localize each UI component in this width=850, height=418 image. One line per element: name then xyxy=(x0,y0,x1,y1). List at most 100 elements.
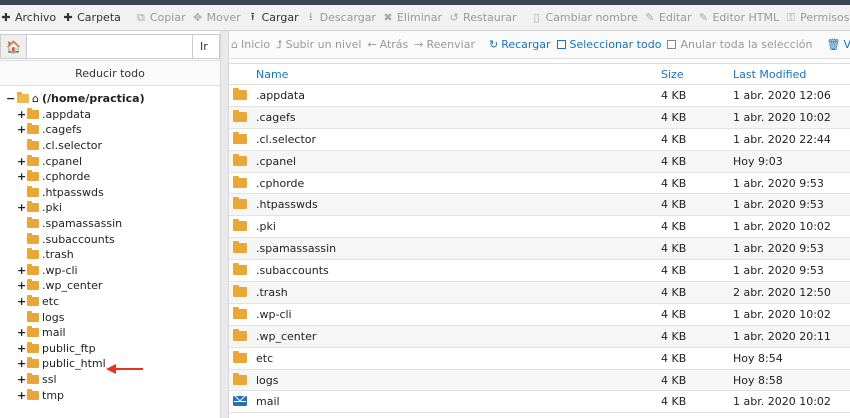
expand-toggle-icon[interactable]: + xyxy=(17,374,26,385)
file-name[interactable]: .wp-cli xyxy=(256,303,661,326)
file-name[interactable]: .cagefs xyxy=(256,106,661,129)
folder-icon xyxy=(27,185,39,197)
inicio-button[interactable]: ⌂ Inicio xyxy=(231,31,276,58)
expand-toggle-icon[interactable]: + xyxy=(17,358,26,369)
move-icon: ✥ xyxy=(192,11,203,24)
tree-item[interactable]: + .cagefs xyxy=(0,122,220,138)
file-name[interactable]: .subaccounts xyxy=(256,259,661,283)
file-modified: Hoy 8:54 xyxy=(733,347,850,370)
table-row[interactable]: .appdata 4 KB 1 abr. 2020 12:06 xyxy=(229,84,850,107)
file-name[interactable]: .trash xyxy=(256,281,661,304)
tree-item[interactable]: + .wp-cli xyxy=(0,263,220,279)
tree-item[interactable]: + .wp_center xyxy=(0,278,220,294)
tree-item[interactable]: + .cpanel xyxy=(0,153,220,169)
file-name[interactable]: mail xyxy=(256,390,661,414)
seleccionar-todo-button[interactable]: Seleccionar todo xyxy=(556,31,668,58)
collapse-all-button[interactable]: Reducir todo xyxy=(0,60,220,86)
tree-item[interactable]: + mail xyxy=(0,325,220,341)
table-row[interactable]: .trash 4 KB 2 abr. 2020 12:50 xyxy=(229,281,850,304)
tree-item[interactable]: logs xyxy=(0,309,220,325)
tree-item[interactable]: + .appdata xyxy=(0,107,220,123)
table-row[interactable]: .pki 4 KB 1 abr. 2020 10:02 xyxy=(229,215,850,239)
table-row[interactable]: logs 4 KB Hoy 8:58 xyxy=(229,369,850,392)
tree-item[interactable]: + .cphorde xyxy=(0,169,220,185)
expand-toggle-icon[interactable]: + xyxy=(17,327,26,338)
panel-divider[interactable] xyxy=(220,31,229,418)
mover-button[interactable]: ✥ Mover xyxy=(192,5,247,30)
expand-toggle-icon[interactable]: + xyxy=(17,202,26,213)
file-name[interactable]: .htpasswds xyxy=(256,193,661,217)
archivo-button[interactable]: ✚ Archivo xyxy=(0,5,62,30)
permisos-button[interactable]: ⚿ Permisos xyxy=(785,5,850,30)
tree-root[interactable]: − ⌂ (/home/practica) xyxy=(0,91,220,107)
tree-item[interactable]: + tmp xyxy=(0,387,220,403)
path-input[interactable] xyxy=(27,34,193,59)
name-column-header[interactable]: Name xyxy=(256,63,661,85)
tree-item-label: .cagefs xyxy=(42,123,82,137)
table-row[interactable]: .cl.selector 4 KB 1 abr. 2020 22:44 xyxy=(229,128,850,151)
table-row[interactable]: .subaccounts 4 KB 1 abr. 2020 9:53 xyxy=(229,259,850,283)
file-name[interactable]: logs xyxy=(256,369,661,392)
tree-item[interactable]: .spamassassin xyxy=(0,216,220,232)
table-row[interactable]: mail 4 KB 1 abr. 2020 10:02 xyxy=(229,390,850,414)
tree-item-label: .wp_center xyxy=(42,279,103,293)
folder-icon xyxy=(27,263,39,275)
file-name[interactable]: .spamassassin xyxy=(256,237,661,261)
subir-un-nivel-button[interactable]: ⮥ Subir un nivel xyxy=(276,31,367,58)
expand-toggle-icon[interactable]: + xyxy=(17,390,26,401)
editar-button[interactable]: ✎ Editar xyxy=(644,5,698,30)
editor-html-button[interactable]: ✎ Editor HTML xyxy=(697,5,785,30)
anular-toda-la-selección-button[interactable]: Anular toda la selección xyxy=(667,31,818,58)
tree-item[interactable]: .cl.selector xyxy=(0,138,220,154)
recargar-button[interactable]: ↻ Recargar xyxy=(489,31,557,58)
table-row[interactable]: .wp-cli 4 KB 1 abr. 2020 10:02 xyxy=(229,303,850,326)
table-row[interactable]: etc 4 KB Hoy 8:54 xyxy=(229,347,850,370)
expand-toggle-icon[interactable]: + xyxy=(17,280,26,291)
expand-toggle-icon[interactable]: + xyxy=(17,296,26,307)
descargar-button[interactable]: ⭳ Descargar xyxy=(305,5,382,30)
file-modified: 1 abr. 2020 9:53 xyxy=(733,172,850,195)
eliminar-button[interactable]: ✖ Eliminar xyxy=(382,5,448,30)
copiar-button[interactable]: ⧉ Copiar xyxy=(135,5,192,30)
file-size: 4 KB xyxy=(661,347,733,370)
file-name[interactable]: .cphorde xyxy=(256,172,661,195)
table-row[interactable]: .wp_center 4 KB 1 abr. 2020 20:11 xyxy=(229,325,850,348)
atrás-button[interactable]: ← Atrás xyxy=(367,31,414,58)
collapse-toggle-icon[interactable]: − xyxy=(6,93,15,104)
restaurar-button[interactable]: ↺ Restaurar xyxy=(448,5,522,30)
tree-item[interactable]: .trash xyxy=(0,247,220,263)
cargar-button[interactable]: ⭱ Cargar xyxy=(247,5,305,30)
cambiar-nombre-button[interactable]: ▯ Cambiar nombre xyxy=(531,5,644,30)
file-manager-toolbar: ✚ Archivo ✚ Carpeta ⧉ Copiar ✥ Mover ⭱ Cargar ⭳ Des… xyxy=(0,5,850,31)
tree-item-label: logs xyxy=(42,310,65,324)
expand-toggle-icon[interactable]: + xyxy=(17,156,26,167)
expand-toggle-icon[interactable]: + xyxy=(17,124,26,135)
tree-item[interactable]: + etc xyxy=(0,294,220,310)
file-name[interactable]: .pki xyxy=(256,215,661,239)
tree-item[interactable]: + public_ftp xyxy=(0,341,220,357)
table-row[interactable]: .cphorde 4 KB 1 abr. 2020 9:53 xyxy=(229,172,850,195)
expand-toggle-icon[interactable]: + xyxy=(17,343,26,354)
file-name[interactable]: .cpanel xyxy=(256,150,661,173)
file-name[interactable]: etc xyxy=(256,347,661,370)
go-button[interactable]: Ir xyxy=(193,34,220,59)
file-name[interactable]: .appdata xyxy=(256,84,661,107)
expand-toggle-icon[interactable]: + xyxy=(17,265,26,276)
ve-button[interactable]: 🗑Ve xyxy=(826,31,850,58)
expand-toggle-icon[interactable]: + xyxy=(17,109,26,120)
home-button[interactable]: 🏠 xyxy=(0,34,27,59)
tree-item[interactable]: .htpasswds xyxy=(0,185,220,201)
table-row[interactable]: .htpasswds 4 KB 1 abr. 2020 9:53 xyxy=(229,193,850,217)
tree-item[interactable]: + .pki xyxy=(0,200,220,216)
carpeta-button[interactable]: ✚ Carpeta xyxy=(62,5,127,30)
table-row[interactable]: .spamassassin 4 KB 1 abr. 2020 9:53 xyxy=(229,237,850,261)
reenviar-button[interactable]: → Reenviar xyxy=(414,31,481,58)
table-row[interactable]: .cagefs 4 KB 1 abr. 2020 10:02 xyxy=(229,106,850,129)
size-column-header[interactable]: Size xyxy=(661,63,733,85)
tree-item[interactable]: .subaccounts xyxy=(0,231,220,247)
modified-column-header[interactable]: Last Modified xyxy=(733,63,850,85)
expand-toggle-icon[interactable]: + xyxy=(17,171,26,182)
file-name[interactable]: .wp_center xyxy=(256,325,661,348)
file-name[interactable]: .cl.selector xyxy=(256,128,661,151)
table-row[interactable]: .cpanel 4 KB Hoy 9:03 xyxy=(229,150,850,173)
